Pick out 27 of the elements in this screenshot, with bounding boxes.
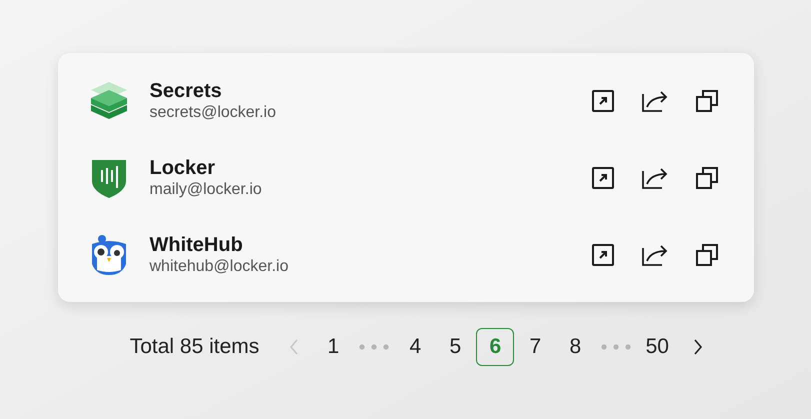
page-button[interactable]: 4 bbox=[396, 328, 434, 366]
ellipsis-icon bbox=[601, 344, 632, 350]
arrow-box-icon bbox=[592, 166, 614, 188]
chevron-right-icon bbox=[693, 339, 704, 355]
page-button[interactable]: 8 bbox=[556, 328, 594, 366]
copy-icon bbox=[696, 244, 718, 266]
account-name: WhiteHub bbox=[150, 232, 244, 256]
account-name: Secrets bbox=[150, 78, 223, 102]
account-email: secrets@locker.io bbox=[150, 102, 278, 122]
arrow-box-icon bbox=[592, 90, 614, 112]
account-email: maily@locker.io bbox=[150, 180, 263, 200]
copy-icon bbox=[696, 166, 718, 188]
page-button[interactable]: 50 bbox=[638, 328, 676, 366]
share-icon bbox=[642, 244, 668, 266]
chevron-left-icon bbox=[289, 339, 300, 355]
share-icon bbox=[642, 166, 668, 188]
total-count: Total 85 items bbox=[130, 334, 260, 360]
account-email: whitehub@locker.io bbox=[150, 256, 290, 276]
copy-icon bbox=[696, 90, 718, 112]
ellipsis-icon bbox=[359, 344, 390, 350]
page-button[interactable]: 5 bbox=[436, 328, 474, 366]
account-name: Locker bbox=[150, 156, 216, 180]
page-button[interactable]: 7 bbox=[516, 328, 554, 366]
arrow-box-icon bbox=[592, 244, 614, 266]
share-icon bbox=[642, 90, 668, 112]
page-button[interactable]: 6 bbox=[476, 328, 514, 366]
page-button[interactable]: 1 bbox=[314, 328, 352, 366]
